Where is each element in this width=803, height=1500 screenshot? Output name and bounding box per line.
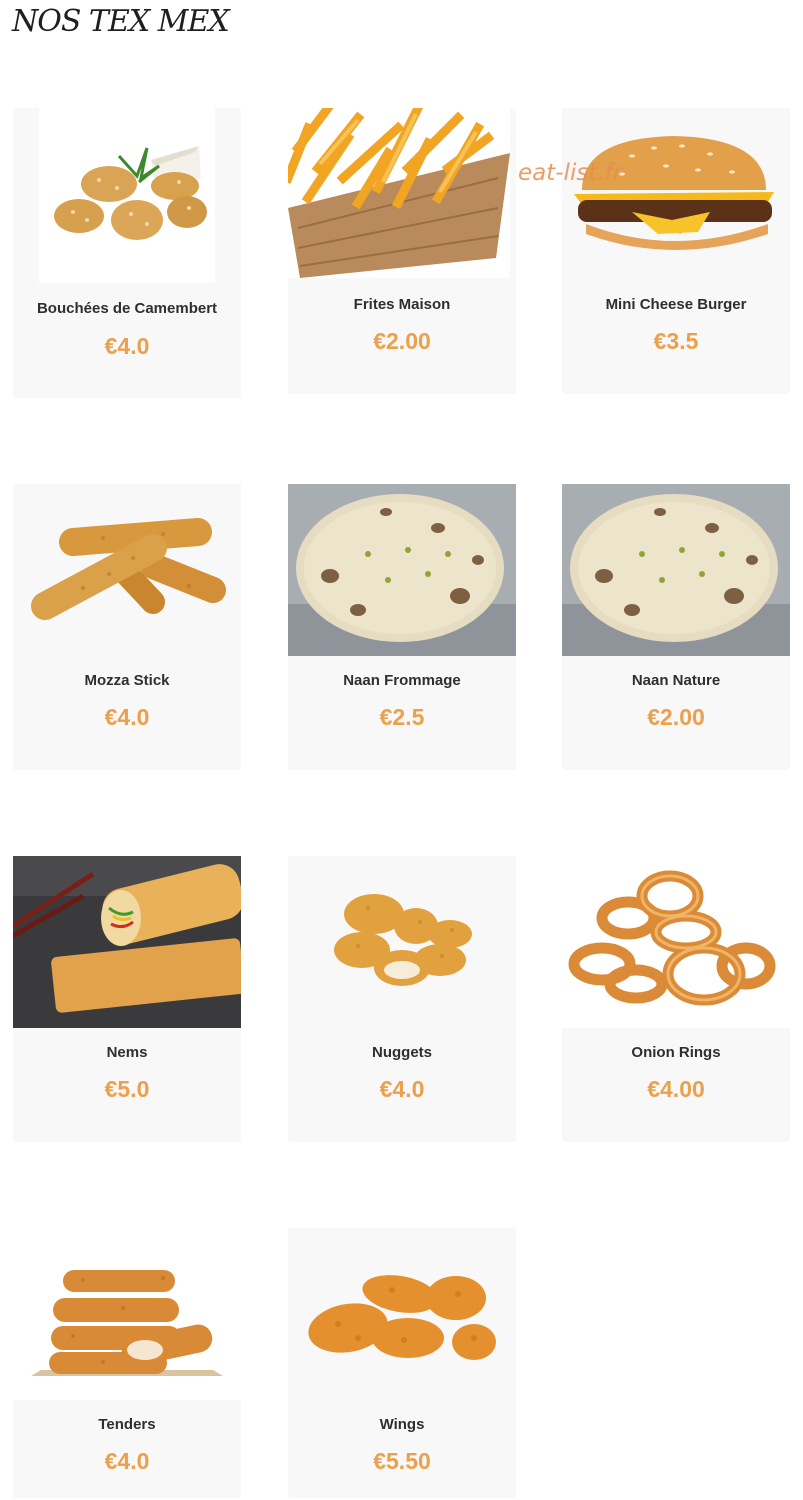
product-card-bouchees-camembert[interactable]: Bouchées de Camembert €4.0 <box>13 108 241 398</box>
product-price: €2.00 <box>373 328 431 354</box>
product-price: €2.00 <box>647 704 705 730</box>
product-price: €4.0 <box>104 333 150 359</box>
product-name: Wings <box>379 1416 425 1433</box>
product-card-frites-maison[interactable]: Frites Maison €2.00 <box>288 108 516 394</box>
product-price: €4.00 <box>647 1076 705 1102</box>
naan-bread-photo <box>288 484 516 656</box>
product-card-nems[interactable]: Nems €5.0 <box>13 856 241 1142</box>
product-name: Nems <box>106 1044 148 1061</box>
product-name: Tenders <box>98 1416 156 1433</box>
camembert-bites-photo <box>39 108 215 283</box>
product-card-mozza-stick[interactable]: Mozza Stick €4.0 <box>13 484 241 770</box>
product-card-nuggets[interactable]: Nuggets €4.0 <box>288 856 516 1142</box>
product-card-onion-rings[interactable]: Onion Rings €4.00 <box>562 856 790 1142</box>
page-title: NOS TEX MEX <box>12 4 230 39</box>
product-price: €5.0 <box>104 1076 150 1102</box>
product-name: Mini Cheese Burger <box>605 296 747 313</box>
product-card-naan-nature[interactable]: Naan Nature €2.00 <box>562 484 790 770</box>
product-price: €4.0 <box>104 704 150 730</box>
cheeseburger-photo <box>562 108 790 280</box>
chicken-nuggets-photo <box>288 856 516 1028</box>
naan-bread-photo <box>562 484 790 656</box>
product-name: Nuggets <box>372 1044 432 1061</box>
chicken-tenders-photo <box>13 1228 241 1400</box>
product-price: €5.50 <box>373 1448 431 1474</box>
product-card-mini-cheese-burger[interactable]: Mini Cheese Burger €3.5 <box>562 108 790 394</box>
product-name: Bouchées de Camembert <box>36 300 218 317</box>
watermark: eat-list.fr <box>518 160 623 186</box>
product-name: Naan Nature <box>631 672 721 689</box>
product-price: €3.5 <box>653 328 699 354</box>
product-name: Onion Rings <box>631 1044 721 1061</box>
spring-rolls-photo <box>13 856 241 1028</box>
product-name: Mozza Stick <box>84 672 170 689</box>
product-price: €4.0 <box>379 1076 425 1102</box>
product-price: €4.0 <box>104 1448 150 1474</box>
product-price: €2.5 <box>379 704 425 730</box>
product-card-naan-frommage[interactable]: Naan Frommage €2.5 <box>288 484 516 770</box>
onion-rings-photo <box>562 856 790 1028</box>
product-name: Frites Maison <box>353 296 451 313</box>
product-card-wings[interactable]: Wings €5.50 <box>288 1228 516 1498</box>
product-name: Naan Frommage <box>343 672 461 689</box>
fries-basket-photo <box>288 108 510 278</box>
chicken-wings-photo <box>288 1228 516 1400</box>
product-card-tenders[interactable]: Tenders €4.0 <box>13 1228 241 1498</box>
mozzarella-sticks-photo <box>13 484 241 656</box>
